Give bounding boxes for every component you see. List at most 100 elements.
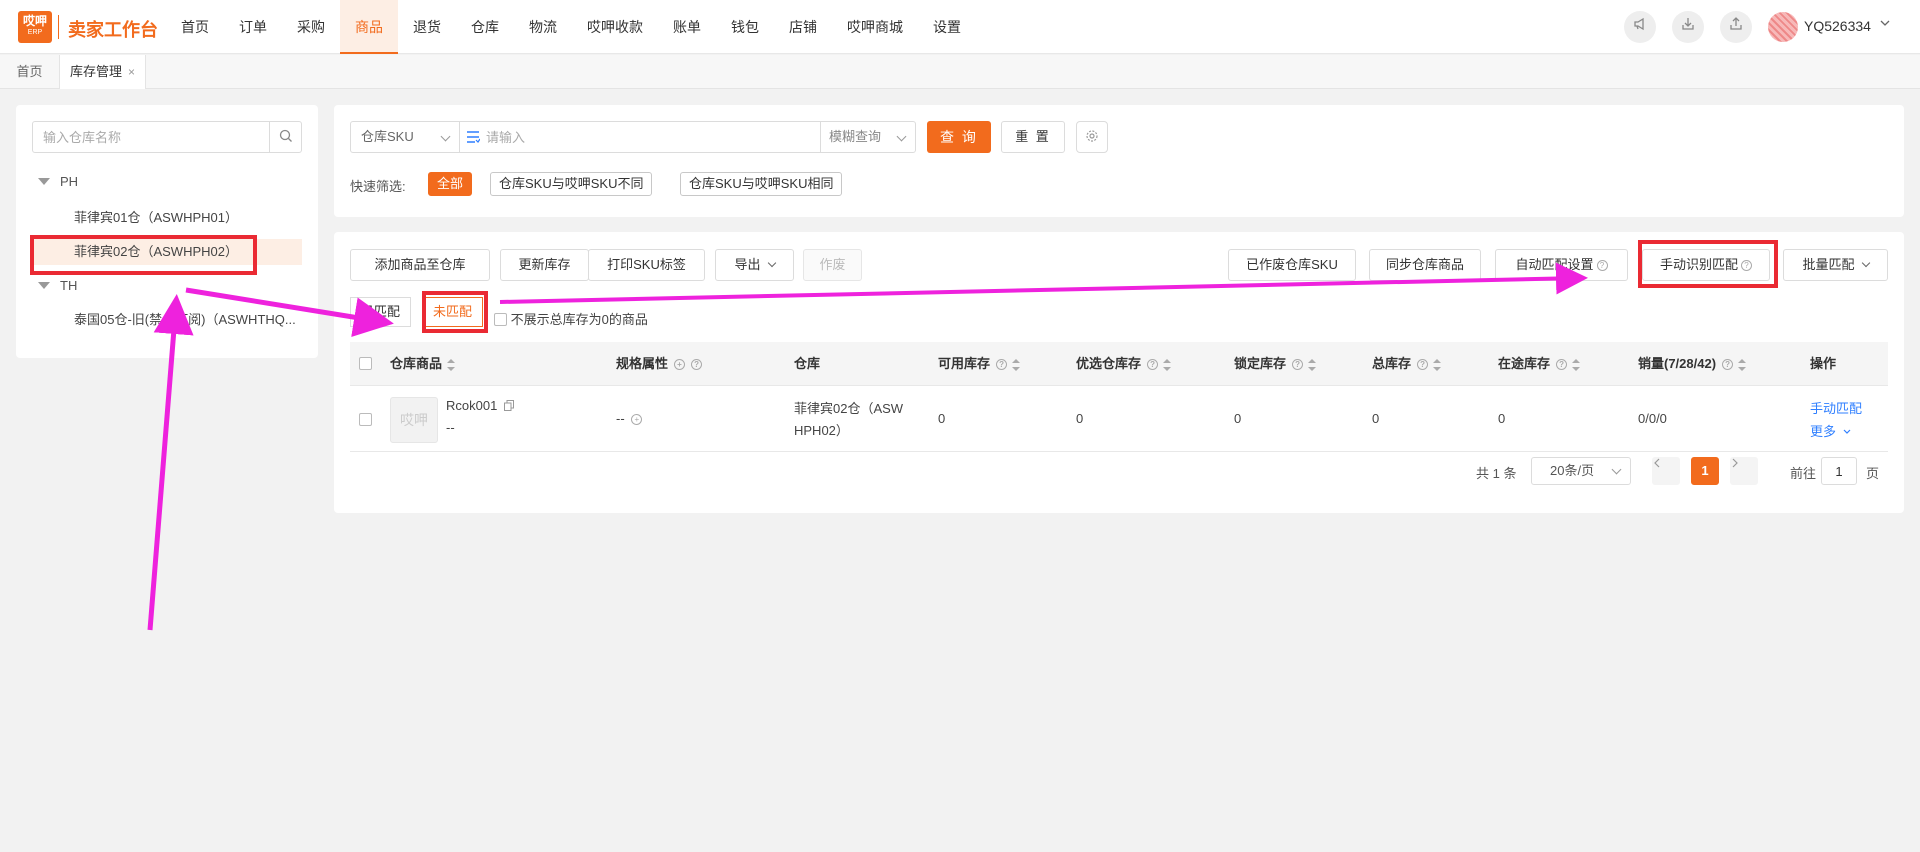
chevron-down-icon (1843, 423, 1851, 438)
update-stock-button[interactable]: 更新库存 (500, 249, 589, 281)
list-icon[interactable] (466, 131, 481, 146)
nav-logistics[interactable]: 物流 (514, 0, 572, 54)
tree-item-aswhthq[interactable]: 泰国05仓-旧(禁止订阅)（ASWHTHQ... (32, 307, 302, 333)
row-checkbox[interactable] (359, 412, 372, 427)
tab-inventory-label: 库存管理 (70, 64, 123, 79)
col-available[interactable]: 可用库存? (938, 342, 1021, 386)
reset-button[interactable]: 重 置 (1001, 121, 1065, 153)
sort-icon[interactable] (1308, 358, 1317, 371)
warehouse-search-input[interactable] (33, 122, 269, 152)
print-sku-label-button[interactable]: 打印SKU标签 (588, 249, 705, 281)
col-in-transit[interactable]: 在途库存? (1498, 342, 1581, 386)
col-label: 总库存 (1372, 356, 1412, 371)
sort-icon[interactable] (447, 358, 456, 371)
app-logo[interactable]: 哎呷 ERP (18, 11, 52, 43)
sort-icon[interactable] (1012, 358, 1021, 371)
product-sku: Rcok001 (446, 398, 514, 414)
nav-returns[interactable]: 退货 (398, 0, 456, 54)
goto-page-input[interactable] (1821, 457, 1857, 485)
locked-stock: 0 (1234, 411, 1242, 426)
hide-zero-checkbox[interactable] (494, 313, 507, 326)
nav-home[interactable]: 首页 (166, 0, 224, 54)
nav-settings[interactable]: 设置 (918, 0, 976, 54)
add-to-warehouse-button[interactable]: 添加商品至仓库 (350, 249, 490, 281)
nav-bills[interactable]: 账单 (658, 0, 716, 54)
match-mode-select[interactable]: 模糊查询 (820, 121, 916, 153)
tree-group-ph[interactable]: PH (38, 174, 78, 189)
export-dropdown-button[interactable]: 导出 (715, 249, 794, 281)
close-icon[interactable]: × (128, 65, 135, 79)
col-sales[interactable]: 销量(7/28/42)? (1638, 342, 1747, 386)
pagination-total: 共 1 条 (1476, 466, 1517, 481)
sort-icon[interactable] (1572, 358, 1581, 371)
void-button[interactable]: 作废 (803, 249, 862, 281)
filter-all-chip[interactable]: 全部 (428, 172, 473, 196)
help-icon: ? (1417, 359, 1429, 370)
gear-icon (1085, 129, 1099, 146)
warehouse-line-2: HPH02） (794, 423, 849, 438)
tree-item-asWhph01[interactable]: 菲律宾01仓（ASWHPH01） (32, 205, 302, 231)
nav-warehouse[interactable]: 仓库 (456, 0, 514, 54)
tab-home[interactable]: 首页 (0, 55, 60, 89)
page-size-select[interactable]: 20条/页 (1531, 457, 1631, 485)
search-panel: 仓库SKU 模糊查询 查 询 重 置 快速筛选: 全部 仓库SKU与哎呷SKU不… (334, 105, 1904, 217)
sort-icon[interactable] (1738, 358, 1747, 371)
batch-match-dropdown-button[interactable]: 批量匹配 (1783, 249, 1888, 281)
tree-group-th[interactable]: TH (38, 278, 77, 293)
help-icon: ? (1147, 359, 1159, 370)
matched-tab[interactable]: 已匹配 (350, 297, 412, 327)
settings-button[interactable] (1076, 121, 1108, 153)
top-navigation-bar: 哎呷 ERP 卖家工作台 首页 订单 采购 商品 退货 仓库 物流 哎呷收款 账… (0, 0, 1920, 54)
avatar[interactable] (1768, 12, 1798, 42)
logo-divider (58, 15, 59, 39)
sync-products-button[interactable]: 同步仓库商品 (1369, 249, 1481, 281)
auto-match-settings-label: 自动匹配设置 (1515, 257, 1594, 272)
manual-match-link[interactable]: 手动匹配 (1810, 398, 1862, 417)
username[interactable]: YQ526334 (1804, 18, 1871, 34)
keyword-input[interactable] (486, 122, 816, 152)
tab-inventory[interactable]: 库存管理 × (60, 55, 147, 89)
select-all-checkbox[interactable] (359, 342, 372, 386)
more-actions-link[interactable]: 更多 (1810, 421, 1851, 440)
col-total[interactable]: 总库存? (1372, 342, 1442, 386)
search-field-select[interactable]: 仓库SKU (350, 121, 460, 153)
page-number-current[interactable]: 1 (1691, 457, 1719, 485)
nav-products[interactable]: 商品 (340, 0, 398, 54)
add-circle-icon[interactable]: + (631, 414, 643, 425)
filter-sku-different-chip[interactable]: 仓库SKU与哎呷SKU不同 (490, 172, 653, 196)
query-button[interactable]: 查 询 (927, 121, 991, 153)
megaphone-icon[interactable] (1624, 11, 1656, 43)
nav-purchase[interactable]: 采购 (282, 0, 340, 54)
auto-match-settings-button[interactable]: 自动匹配设置? (1495, 249, 1628, 281)
chevron-down-icon[interactable] (1880, 18, 1890, 31)
nav-payments[interactable]: 哎呷收款 (572, 0, 658, 54)
main-nav: 首页 订单 采购 商品 退货 仓库 物流 哎呷收款 账单 钱包 店铺 哎呷商城 … (166, 0, 976, 54)
next-page-button[interactable] (1730, 457, 1758, 485)
add-circle-icon[interactable]: + (674, 359, 686, 370)
col-locked[interactable]: 锁定库存? (1234, 342, 1317, 386)
search-button[interactable] (269, 122, 301, 152)
spec-value: -- (616, 411, 625, 426)
expand-triangle-icon (38, 178, 50, 185)
col-label: 可用库存 (938, 356, 991, 371)
col-preferred[interactable]: 优选仓库存? (1076, 342, 1172, 386)
copy-icon[interactable] (503, 399, 514, 414)
total-stock: 0 (1372, 411, 1380, 426)
annotation-box-unmatched (422, 291, 488, 333)
nav-wallet[interactable]: 钱包 (716, 0, 774, 54)
filter-sku-same-chip[interactable]: 仓库SKU与哎呷SKU相同 (680, 172, 843, 196)
nav-mall[interactable]: 哎呷商城 (832, 0, 918, 54)
sort-icon[interactable] (1433, 358, 1442, 371)
col-label: 规格属性 (616, 356, 669, 371)
nav-stores[interactable]: 店铺 (774, 0, 832, 54)
download-icon[interactable] (1672, 11, 1704, 43)
sort-icon[interactable] (1163, 358, 1172, 371)
col-warehouse-product[interactable]: 仓库商品 (390, 342, 456, 386)
upload-icon[interactable] (1720, 11, 1752, 43)
nav-orders[interactable]: 订单 (224, 0, 282, 54)
tree-group-label: TH (60, 278, 78, 293)
voided-sku-button[interactable]: 已作废仓库SKU (1228, 249, 1356, 281)
prev-page-button[interactable] (1652, 457, 1680, 485)
hide-zero-stock-option[interactable]: 不展示总库存为0的商品 (494, 309, 648, 328)
search-icon (279, 129, 293, 146)
